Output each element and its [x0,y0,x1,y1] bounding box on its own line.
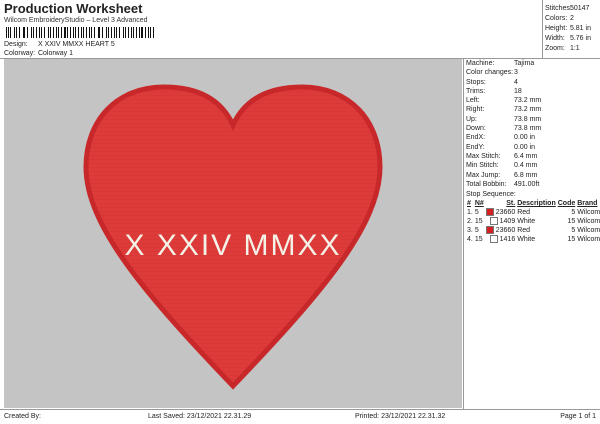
info-endx: EndX: 0.00 in [466,134,536,142]
barcode-bar [13,27,16,38]
col-index: # [467,199,471,207]
stop-sequence-header: # N# St. Description Code Brand [466,199,600,208]
design-row: Design: X XXIV MMXX HEART 5 [4,41,115,48]
stat-width: Width: 5.76 in [545,35,591,42]
summary-stats: Stitches: 50147 Colors: 2 Height: 5.81 i… [545,4,591,54]
thread-swatch [489,235,498,244]
thread-swatch [485,226,494,235]
page-title: Production Worksheet [4,1,143,16]
info-up: Up: 73.8 mm [466,115,542,123]
col-code: Code [557,199,576,207]
info-trims: Trims: 18 [466,87,522,95]
barcode-bar [64,27,66,38]
barcode-bar [89,27,91,38]
design-text: X XXIV MMXX [124,229,341,262]
info-down: Down: 73.8 mm [466,125,542,133]
barcode-bar [118,27,120,38]
table-row: 3. 5 23660 Red 5 Wilcom [467,226,600,235]
last-saved: Last Saved: 23/12/2021 22.31.29 [148,413,252,420]
info-divider [463,58,464,410]
barcode-bar [18,27,20,38]
barcode-bar [82,27,84,38]
thread-swatch [489,217,498,226]
info-endy: EndY: 0.00 in [466,143,536,151]
barcode-bar [57,27,59,38]
stat-colors: Colors: 2 [545,15,574,22]
design-name: X XXIV MMXX HEART 5 [37,41,115,48]
table-row: 2. 15 1409 White 15 Wilcom [467,217,600,226]
barcode-bar [99,27,101,38]
col-stitches: St. [506,199,516,207]
barcode-bar [139,27,141,38]
stat-stitches: Stitches: 50147 [545,5,590,12]
col-description: Description [517,199,556,207]
barcode-bar [49,27,51,38]
created-by: Created By: [4,413,41,420]
barcode-bar [141,27,143,38]
barcode-bar [91,27,93,38]
barcode-bar [148,27,150,38]
info-max-stitch: Max Stitch: 6.4 mm [466,152,538,160]
info-right: Right: 73.2 mm [466,106,542,114]
col-needle: N# [474,199,484,207]
software-subtitle: Wilcom EmbroideryStudio – Level 3 Advanc… [4,17,148,24]
stop-sequence-title: Stop Sequence: [466,190,516,198]
info-left: Left: 73.2 mm [466,97,542,105]
barcode-bar [66,27,68,38]
barcode-bar [26,27,28,38]
barcode-bar [105,27,108,38]
stat-zoom: Zoom: 1:1 [545,45,580,52]
colorway-label: Colorway: [4,50,36,57]
stat-height: Height: 5.81 in [545,25,591,32]
col-brand: Brand [577,199,598,207]
info-max-jump: Max Jump: 6.8 mm [466,171,538,179]
stats-divider [542,0,543,58]
info-machine: Machine: Tajima [466,60,535,67]
barcode-bar [39,27,41,38]
page-number: Page 1 of 1 [560,413,596,420]
barcode-bar [74,27,76,38]
barcode-bar [30,27,33,38]
printed-date: Printed: 23/12/2021 22.31.32 [355,413,446,420]
barcode-bar [114,27,116,38]
stop-sequence-table: # N# St. Description Code Brand 1. 5 236… [466,199,600,244]
design-label: Design: [4,41,28,48]
barcode [6,27,156,38]
machine-info-panel: Machine: Tajima Color changes:3 Stops: 4 T… [466,59,600,244]
barcode-bar [122,27,125,38]
thread-swatch [485,208,494,217]
colorway-row: Colorway: Colorway 1 [4,50,73,57]
info-stops: Stops: 4 [466,78,518,86]
barcode-bar [43,27,46,38]
barcode-bar [6,27,7,38]
barcode-bar [131,27,133,38]
colorway-name: Colorway 1 [37,50,73,57]
table-row: 1. 5 23660 Red 5 Wilcom [467,208,600,217]
worksheet-header: Production Worksheet Wilcom EmbroiderySt… [0,0,600,60]
info-total-bobbin: Total Bobbin: 491.00ft [466,180,540,188]
table-row: 4. 15 1416 White 15 Wilcom [467,235,600,244]
worksheet-footer: Created By: Last Saved: 23/12/2021 22.31… [0,410,600,424]
info-min-stitch: Min Stitch: 0.4 mm [466,162,538,170]
design-preview: X XXIV MMXX [4,59,462,408]
info-color-changes: Color changes:3 [466,69,518,77]
heart-design: X XXIV MMXX [83,84,383,390]
